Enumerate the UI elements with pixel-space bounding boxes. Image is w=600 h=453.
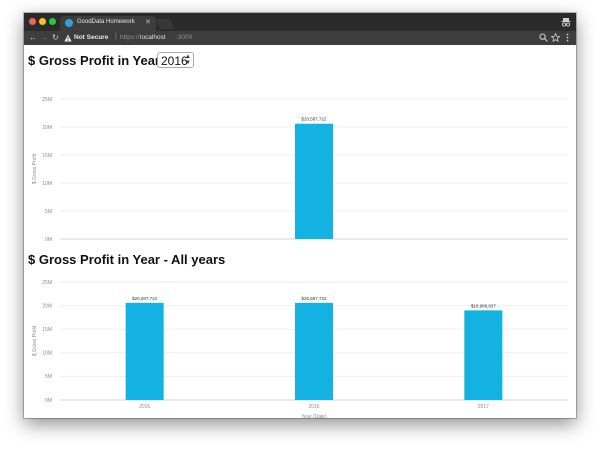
gross-profit-chart: 0M 5M 10M 15M 20M 25M $ Gross Profit $20,587,72… <box>32 97 568 242</box>
x-tick-label: 2017 <box>478 404 489 410</box>
minimize-window-icon[interactable] <box>39 18 46 25</box>
y-tick-label: 10M <box>42 181 52 187</box>
x-tick-label: 2016 <box>308 404 319 410</box>
tab-title: GoodData Homework <box>77 19 135 25</box>
bar <box>464 310 503 400</box>
url-protocol: https:// <box>120 34 140 41</box>
y-tick-label: 25M <box>42 280 52 286</box>
bar <box>125 302 164 400</box>
section-title-year: $ Gross Profit in Year <box>28 53 160 68</box>
gross-profit-all-years-chart: 0M 5M 10M 15M 20M 25M $ Gross Profit $20,587,72… <box>32 280 568 418</box>
maximize-window-icon[interactable] <box>49 18 56 25</box>
x-tick-label: 2015 <box>139 404 150 410</box>
data-label: $18,988,937 <box>471 303 497 308</box>
browser-tab[interactable]: GoodData Homework ✕ <box>60 16 156 31</box>
back-icon[interactable]: ← <box>29 32 37 44</box>
reload-icon[interactable]: ↻ <box>52 32 59 44</box>
y-tick-label: 25M <box>42 97 52 103</box>
favicon-icon <box>65 19 73 27</box>
address-bar[interactable]: Not Secure | https:// localhost :3000 <box>64 32 524 44</box>
url-host: localhost <box>140 34 166 41</box>
bar <box>295 123 333 239</box>
data-label: $20,587,722 <box>301 296 327 301</box>
close-window-icon[interactable] <box>29 18 36 25</box>
address-separator: | <box>115 33 117 40</box>
bar <box>295 302 333 400</box>
url-port: :3000 <box>176 34 193 41</box>
menu-icon[interactable] <box>563 33 572 42</box>
x-axis-label: Year (Date) <box>301 414 327 418</box>
year-select-value: 2016 <box>161 54 188 68</box>
browser-window: GoodData Homework ✕ ← → ↻ Not Secure | h… <box>24 13 576 418</box>
title-bar: GoodData Homework ✕ <box>24 13 576 31</box>
star-icon[interactable] <box>551 33 560 42</box>
y-tick-label: 0M <box>45 398 52 404</box>
section-title-all-years: $ Gross Profit in Year - All years <box>28 252 226 267</box>
y-tick-label: 0M <box>45 237 52 242</box>
y-tick-label: 20M <box>42 125 52 131</box>
y-tick-label: 20M <box>42 303 52 309</box>
y-axis-label: $ Gross Profit <box>32 153 38 184</box>
warning-icon <box>64 34 72 42</box>
y-tick-label: 10M <box>42 351 52 357</box>
tab-close-icon[interactable]: ✕ <box>145 18 151 26</box>
year-select[interactable]: 2016 ▲ ▼ <box>157 52 194 68</box>
page-content: $ Gross Profit in Year 2016 ▲ ▼ 0M 5M 10M 15… <box>24 45 576 418</box>
security-label: Not Secure <box>74 34 109 41</box>
y-tick-label: 15M <box>42 327 52 333</box>
data-label: $20,587,722 <box>301 117 327 122</box>
select-arrows-icon: ▲ ▼ <box>185 54 191 66</box>
data-label: $20,587,722 <box>132 296 158 301</box>
y-tick-label: 15M <box>42 153 52 159</box>
y-tick-label: 5M <box>45 374 52 380</box>
incognito-icon <box>561 18 571 27</box>
y-axis-label: $ Gross Profit <box>32 325 38 356</box>
new-tab-button[interactable] <box>155 19 175 29</box>
forward-icon[interactable]: → <box>40 32 48 44</box>
browser-toolbar: ← → ↻ Not Secure | https:// localhost :3… <box>24 31 576 45</box>
zoom-icon[interactable] <box>539 33 548 42</box>
y-tick-label: 5M <box>45 209 52 215</box>
